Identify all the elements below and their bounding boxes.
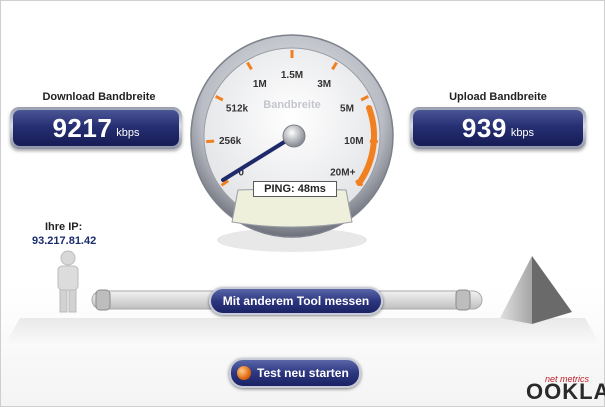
gauge-tick-label: 5M — [340, 103, 354, 114]
ip-value: 93.217.81.42 — [32, 235, 97, 247]
gauge-tick-label: 256k — [219, 136, 242, 147]
gauge-tick-label: 1.5M — [281, 70, 303, 81]
user-figure-icon — [57, 250, 79, 313]
gauge-tick-label: 512k — [226, 103, 249, 114]
gauge-tick-label: 20M+ — [330, 168, 355, 179]
gauge-tick-label: 3M — [317, 79, 331, 90]
gauge-tick-label: 1M — [253, 79, 267, 90]
gauge-title: Bandbreite — [263, 99, 320, 111]
server-pyramid-icon — [500, 256, 572, 324]
ip-label: Ihre IP: — [45, 221, 83, 233]
other-tool-button-label: Mit anderem Tool messen — [222, 294, 370, 308]
restart-test-button-label: Test neu starten — [257, 366, 349, 380]
gauge-tick — [206, 139, 215, 144]
restart-test-button[interactable]: Test neu starten — [229, 358, 361, 388]
other-tool-button[interactable]: Mit anderem Tool messen — [209, 287, 383, 315]
ookla-logo: OOKLA — [526, 379, 605, 404]
speed-gauge: 0256k512k1M1.5M3M5M10M20M+ Bandbreite — [5, 34, 600, 345]
gauge-tick-label: 10M — [344, 136, 363, 147]
start-icon — [237, 366, 251, 380]
ping-value: PING: 48ms — [264, 183, 326, 195]
ping-readout: PING: 48ms — [253, 181, 337, 197]
